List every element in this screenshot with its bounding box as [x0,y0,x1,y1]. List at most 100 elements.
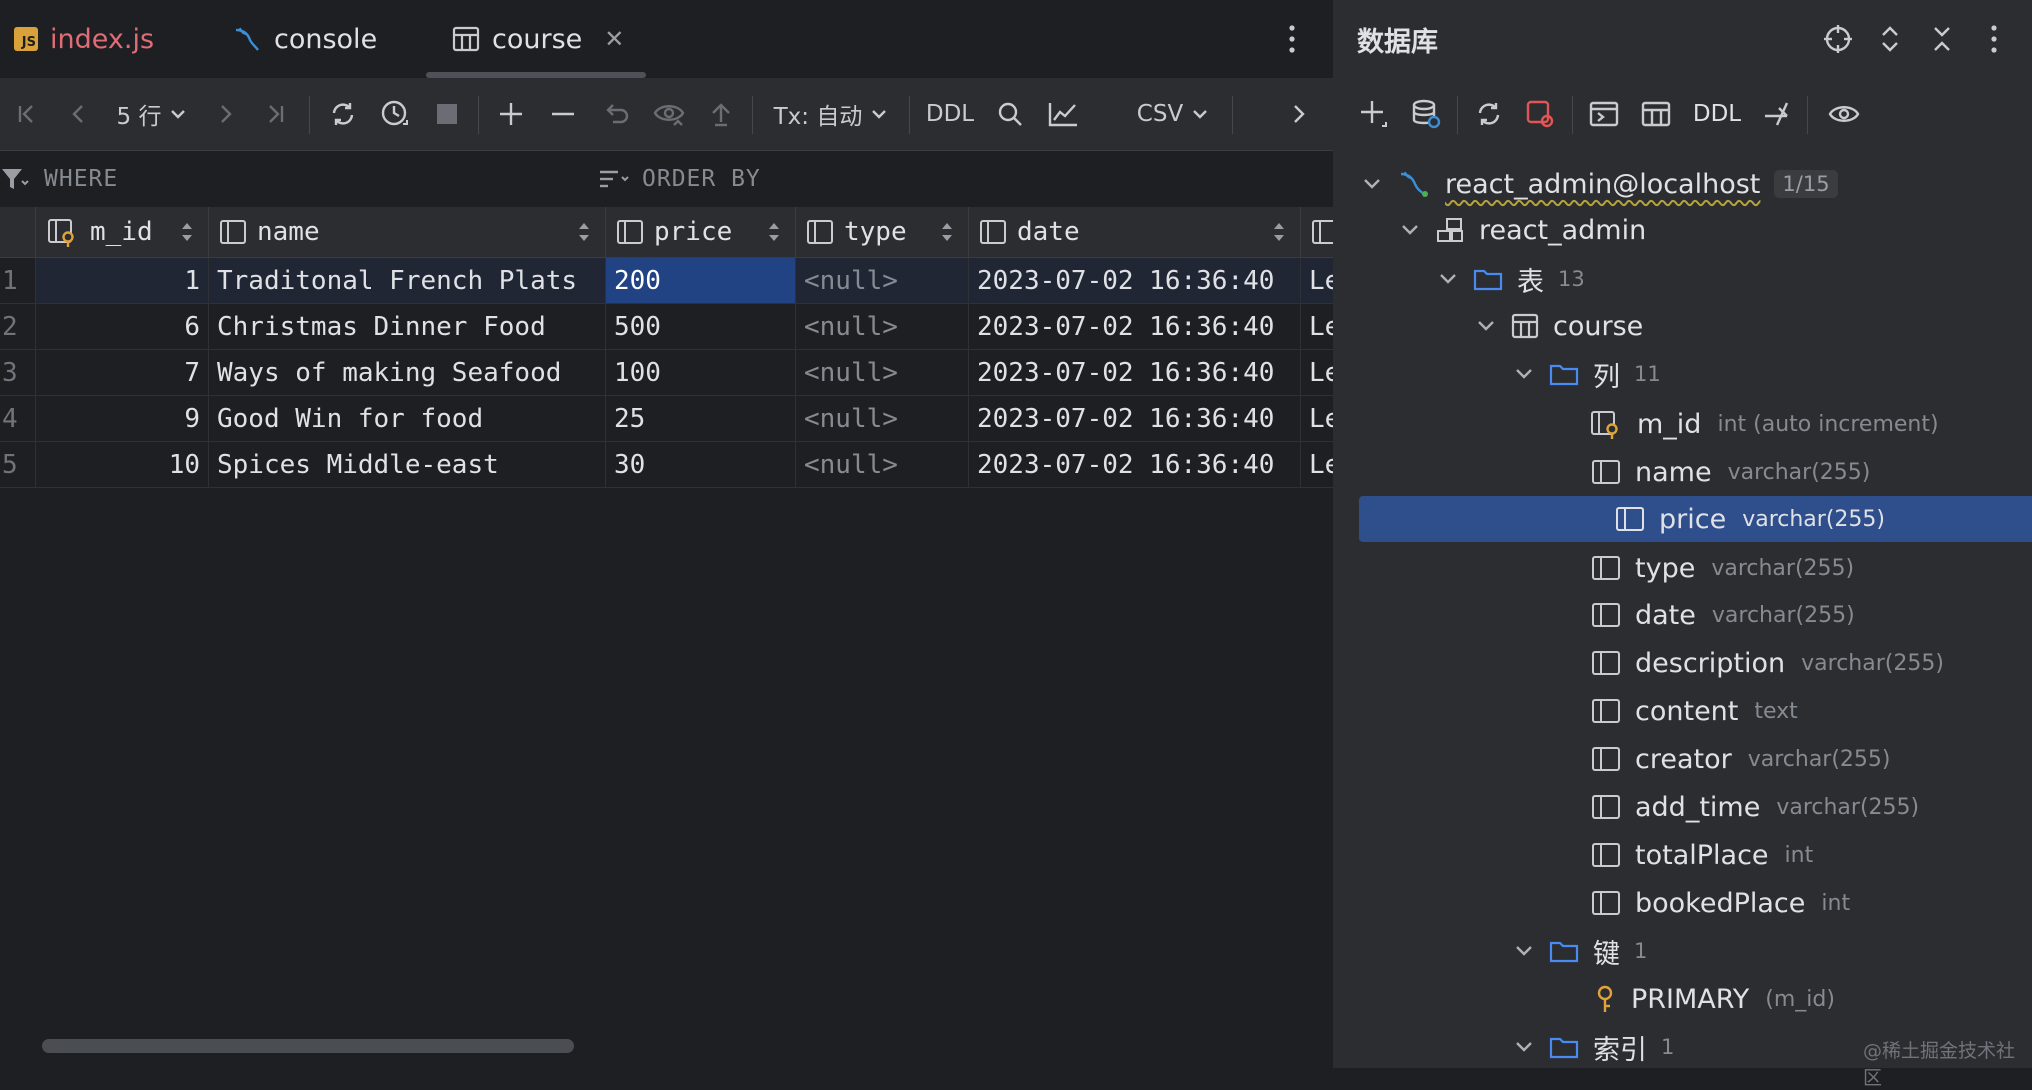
table-view-icon[interactable] [1637,78,1675,150]
horizontal-scrollbar[interactable] [42,1039,574,1053]
table-row[interactable]: 4 9 Good Win for food 25 <null> 2023-07-… [0,396,1333,442]
where-filter-input[interactable]: WHERE [0,151,560,207]
submit-icon[interactable] [702,78,740,150]
table-row[interactable]: 3 7 Ways of making Seafood 100 <null> 20… [0,350,1333,396]
cell-price[interactable]: 500 [606,304,796,349]
tree-node-keys-folder[interactable]: 键 1 [1335,929,2032,973]
tree-node-connection[interactable]: react_admin@localhost 1/15 [1335,162,2032,206]
chevron-down-icon[interactable] [1511,1040,1537,1054]
cell-m-id[interactable]: 10 [36,442,209,487]
page-size-dropdown[interactable]: 5 行 [108,78,196,150]
ddl-button[interactable]: DDL [1689,78,1745,150]
view-options-icon[interactable] [1823,78,1865,150]
table-row[interactable]: 5 10 Spices Middle-east 30 <null> 2023-0… [0,442,1333,488]
tab-course[interactable]: course ✕ [425,0,647,78]
tab-more-icon[interactable] [1282,20,1302,58]
next-page-icon[interactable] [208,78,242,150]
column-header-m-id[interactable]: m_id [36,207,209,257]
tree-node-column[interactable]: name varchar(255) [1335,450,2032,494]
column-header-name[interactable]: name [209,207,606,257]
cell-m-id[interactable]: 1 [36,258,209,303]
chevron-down-icon[interactable] [1473,319,1499,333]
cell-date[interactable]: 2023-07-02 16:36:40 [969,396,1301,441]
cell-description[interactable]: Le [1301,442,1333,487]
revert-icon[interactable] [596,78,634,150]
cell-date[interactable]: 2023-07-02 16:36:40 [969,442,1301,487]
cell-m-id[interactable]: 7 [36,350,209,395]
chevron-down-icon[interactable] [1435,272,1461,286]
sort-toggle-icon[interactable] [577,220,591,244]
tab-console[interactable]: console [232,0,377,78]
disconnect-icon[interactable] [1522,78,1560,150]
cell-name[interactable]: Good Win for food [209,396,606,441]
tree-node-column[interactable]: add_time varchar(255) [1335,785,2032,829]
cell-date[interactable]: 2023-07-02 16:36:40 [969,304,1301,349]
tree-node-tables-folder[interactable]: 表 13 [1335,257,2032,301]
cell-description[interactable]: Le [1301,258,1333,303]
refresh-icon[interactable] [1470,78,1508,150]
column-header-price[interactable]: price [606,207,796,257]
tree-node-column[interactable]: content text [1335,689,2032,733]
first-page-icon[interactable] [10,78,44,150]
reload-icon[interactable] [324,78,362,150]
tree-node-schema[interactable]: react_admin [1335,208,2032,252]
delete-row-icon[interactable] [544,78,582,150]
tree-node-column[interactable]: m_id int (auto increment) [1335,402,2032,446]
cell-type[interactable]: <null> [796,304,969,349]
cell-price[interactable]: 30 [606,442,796,487]
tree-node-table-course[interactable]: course [1335,304,2032,348]
cell-name[interactable]: Ways of making Seafood [209,350,606,395]
sort-toggle-icon[interactable] [1272,220,1286,244]
cell-description[interactable]: Le [1301,396,1333,441]
cell-type[interactable]: <null> [796,396,969,441]
cell-type[interactable]: <null> [796,442,969,487]
tx-mode-dropdown[interactable]: Tx: 自动 [770,78,892,150]
column-header-date[interactable]: date [969,207,1301,257]
tree-node-column-selected[interactable]: price varchar(255) [1359,496,2032,542]
close-tab-icon[interactable]: ✕ [604,25,624,53]
cell-type[interactable]: <null> [796,350,969,395]
order-by-input[interactable]: ORDER BY [598,151,1298,207]
table-row[interactable]: 2 6 Christmas Dinner Food 500 <null> 202… [0,304,1333,350]
chevron-down-icon[interactable] [1511,367,1537,381]
datasource-properties-icon[interactable] [1407,78,1445,150]
expand-collapse-icon[interactable] [1871,20,1909,58]
preview-changes-icon[interactable] [648,78,690,150]
stop-icon[interactable] [428,78,466,150]
chevron-down-icon[interactable] [1397,223,1423,237]
chevron-down-icon[interactable] [1511,944,1537,958]
export-format-dropdown[interactable]: CSV [1130,78,1216,150]
tree-node-column[interactable]: type varchar(255) [1335,546,2032,590]
tree-node-column[interactable]: creator varchar(255) [1335,737,2032,781]
chevron-down-icon[interactable] [1359,177,1385,191]
ddl-button[interactable]: DDL [922,78,978,150]
cell-m-id[interactable]: 6 [36,304,209,349]
query-console-icon[interactable] [1585,78,1623,150]
chart-icon[interactable] [1042,78,1084,150]
sort-toggle-icon[interactable] [180,220,194,244]
cell-name[interactable]: Christmas Dinner Food [209,304,606,349]
tree-node-column[interactable]: totalPlace int [1335,833,2032,877]
tree-node-column[interactable]: description varchar(255) [1335,641,2032,685]
column-header-description[interactable] [1301,207,1333,257]
cell-name[interactable]: Spices Middle-east [209,442,606,487]
chevron-right-icon[interactable] [1282,78,1316,150]
tab-index-js[interactable]: JS index.js [14,0,154,78]
jump-to-source-icon[interactable] [1757,78,1795,150]
cell-date[interactable]: 2023-07-02 16:36:40 [969,258,1301,303]
cell-price[interactable]: 25 [606,396,796,441]
tree-node-column[interactable]: bookedPlace int [1335,881,2032,925]
tree-node-columns-folder[interactable]: 列 11 [1335,352,2032,396]
cell-name[interactable]: Traditonal French Plats [209,258,606,303]
search-icon[interactable] [990,78,1030,150]
add-datasource-icon[interactable] [1355,78,1393,150]
tree-node-primary-key[interactable]: PRIMARY (m_id) [1335,977,2032,1021]
cell-m-id[interactable]: 9 [36,396,209,441]
sort-toggle-icon[interactable] [940,220,954,244]
cell-date[interactable]: 2023-07-02 16:36:40 [969,350,1301,395]
column-header-type[interactable]: type [796,207,969,257]
add-row-icon[interactable] [492,78,530,150]
cell-price[interactable]: 100 [606,350,796,395]
tree-node-column[interactable]: date varchar(255) [1335,593,2032,637]
last-page-icon[interactable] [258,78,292,150]
